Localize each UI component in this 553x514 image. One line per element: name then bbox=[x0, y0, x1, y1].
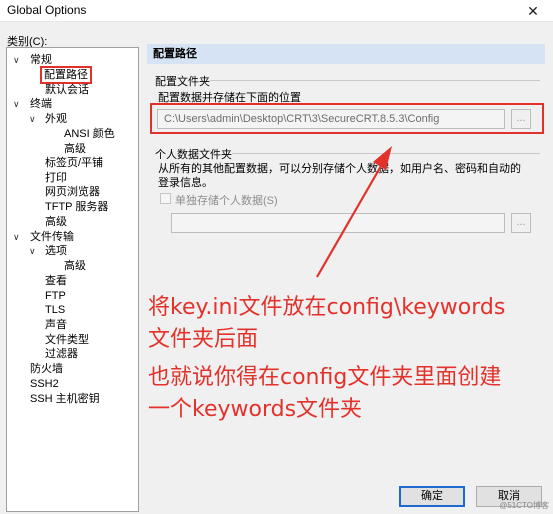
annotation-line-1: 将key.ini文件放在config\keywords bbox=[148, 295, 506, 320]
annotation-line-2: 文件夹后面 bbox=[148, 327, 259, 352]
annotation-arrow bbox=[316, 146, 392, 278]
annotation-line-3: 也就说你得在config文件夹里面创建 bbox=[148, 365, 502, 390]
ok-button[interactable]: 确定 bbox=[399, 486, 465, 507]
annotation-line-4: 一个keywords文件夹 bbox=[148, 397, 363, 422]
watermark: @51CTO博客 bbox=[499, 501, 549, 510]
